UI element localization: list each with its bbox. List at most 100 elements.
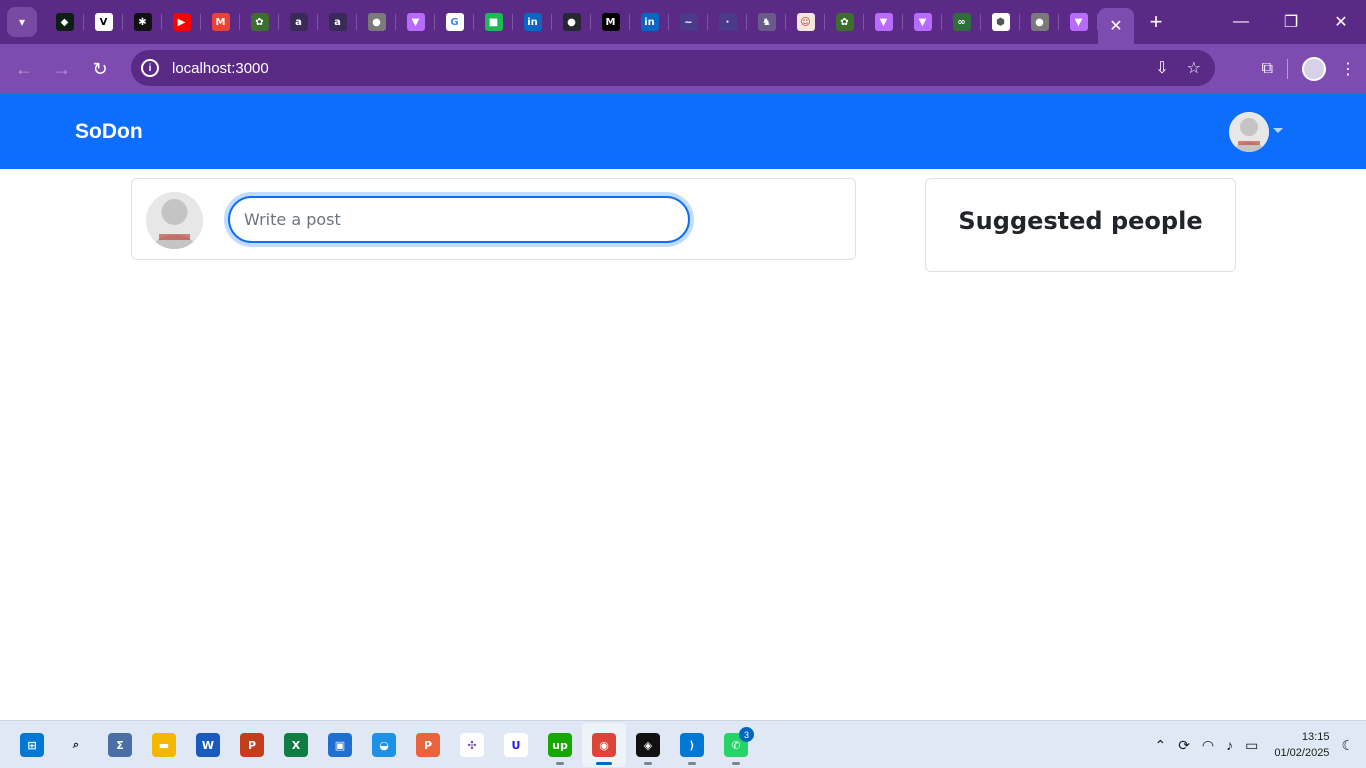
tab-search-button[interactable]: ▾	[7, 7, 37, 37]
chrome-icon: ◉	[592, 733, 616, 757]
browser-tab[interactable]: ▼	[864, 0, 903, 44]
volume-icon[interactable]: ♪	[1226, 737, 1233, 753]
running-indicator	[556, 762, 564, 765]
browser-tab[interactable]: ▼	[1059, 0, 1098, 44]
brand-logo[interactable]: SoDon	[75, 120, 143, 144]
tab-favicon-6-icon: ✿	[250, 13, 269, 31]
tab-favicon-1-icon: ◆	[55, 13, 74, 31]
browser-tab[interactable]: a	[318, 0, 357, 44]
browser-tab[interactable]: M	[591, 0, 630, 44]
start-icon: ⊞	[20, 733, 44, 757]
taskbar-app[interactable]: P	[406, 723, 450, 767]
browser-tab[interactable]: ✿	[825, 0, 864, 44]
taskbar-app[interactable]: ◒	[362, 723, 406, 767]
browser-tab[interactable]: ∞	[942, 0, 981, 44]
clock[interactable]: 13:15 01/02/2025	[1274, 729, 1329, 761]
bookmark-star-icon[interactable]: ☆	[1187, 58, 1201, 78]
browser-tab[interactable]: a	[279, 0, 318, 44]
browser-tab[interactable]: in	[513, 0, 552, 44]
tab-favicon-25-icon: ⬢	[991, 13, 1010, 31]
close-window-button[interactable]: ✕	[1316, 0, 1366, 44]
taskbar-app[interactable]: P	[230, 723, 274, 767]
forward-button[interactable]: →	[44, 51, 80, 87]
tab-favicon-vite-1-icon: ▼	[406, 13, 425, 31]
tab-favicon-linkedin-1-icon: in	[523, 13, 542, 31]
tab-favicon-gmail-icon: M	[211, 13, 230, 31]
install-app-icon[interactable]: ⇩	[1155, 58, 1168, 78]
taskbar-app[interactable]: up	[538, 723, 582, 767]
tab-favicon-17-icon: ~	[679, 13, 698, 31]
minimize-button[interactable]: —	[1216, 0, 1266, 44]
wifi-icon[interactable]: ◠	[1202, 737, 1214, 754]
notifications-moon-icon[interactable]: ☾	[1341, 737, 1354, 754]
taskbar-app[interactable]: ⌕	[54, 723, 98, 767]
back-button[interactable]: ←	[6, 51, 42, 87]
notification-badge: 3	[739, 727, 754, 742]
browser-tab[interactable]: ●	[552, 0, 591, 44]
browser-tab[interactable]: ▼	[903, 0, 942, 44]
tab-favicon-3-icon: ✱	[133, 13, 152, 31]
browser-profile-avatar[interactable]	[1302, 57, 1326, 81]
close-tab-icon[interactable]: ✕	[1109, 16, 1122, 36]
taskbar-app[interactable]: ⊞	[10, 723, 54, 767]
write-post-input[interactable]	[228, 196, 690, 243]
taskbar-app[interactable]: ▬	[142, 723, 186, 767]
app-black-icon: ◈	[636, 733, 660, 757]
taskbar-app[interactable]: ✆ 3	[714, 723, 758, 767]
taskbar-app[interactable]: ▣	[318, 723, 362, 767]
browser-tab[interactable]: V	[84, 0, 123, 44]
browser-tab[interactable]: ~	[669, 0, 708, 44]
taskbar-app[interactable]: ◉	[582, 723, 626, 767]
tab-favicon-alx-1-icon: a	[289, 13, 308, 31]
browser-tab[interactable]: ✿	[240, 0, 279, 44]
browser-menu-icon[interactable]: ⋮	[1340, 59, 1356, 79]
browser-tab[interactable]: M	[201, 0, 240, 44]
tab-favicon-21-icon: ✿	[835, 13, 854, 31]
browser-tab[interactable]: ●	[1020, 0, 1059, 44]
taskbar-app[interactable]: W	[186, 723, 230, 767]
toolbar-separator	[1287, 59, 1288, 79]
taskbar-app[interactable]: ⟩	[670, 723, 714, 767]
browser-tab[interactable]: ■	[474, 0, 513, 44]
browser-tab[interactable]: ·	[708, 0, 747, 44]
browser-tab[interactable]: ▼	[396, 0, 435, 44]
default-avatar-icon	[146, 192, 203, 249]
browser-tab[interactable]: in	[630, 0, 669, 44]
udacity-icon: U	[504, 733, 528, 757]
url-text[interactable]: localhost:3000	[172, 60, 269, 77]
extensions-icon[interactable]: ⧉	[1262, 60, 1273, 78]
taskbar-apps: ⊞ ⌕ Σ ▬ W P X ▣ ◒ P ✣ Uup ◉ ◈ ⟩ ✆ 3	[10, 721, 758, 768]
tab-favicon-google-icon: G	[445, 13, 464, 31]
app-navbar: SoDon	[0, 94, 1366, 169]
taskbar-app[interactable]: Σ	[98, 723, 142, 767]
new-tab-button[interactable]: +	[1138, 4, 1174, 40]
browser-tab[interactable]: ▶	[162, 0, 201, 44]
browser-tab[interactable]: ✱	[123, 0, 162, 44]
user-menu-caret-icon[interactable]	[1273, 128, 1283, 133]
browser-tab[interactable]: G	[435, 0, 474, 44]
tab-favicon-vite-4-icon: ▼	[1069, 13, 1088, 31]
taskbar-app[interactable]: ◈	[626, 723, 670, 767]
tab-favicon-18-icon: ·	[718, 13, 737, 31]
address-bar[interactable]: i localhost:3000 ⇩ ☆	[131, 50, 1215, 86]
sync-icon[interactable]: ⟳	[1178, 737, 1190, 754]
browser-tab[interactable]: ☺	[786, 0, 825, 44]
user-avatar[interactable]	[1229, 112, 1269, 152]
site-info-icon[interactable]: i	[141, 59, 159, 77]
taskbar-app[interactable]: X	[274, 723, 318, 767]
active-tab[interactable]: ✕	[1098, 8, 1134, 44]
taskbar-app[interactable]: ✣	[450, 723, 494, 767]
battery-icon[interactable]: ▭	[1245, 737, 1258, 754]
taskbar-app[interactable]: U	[494, 723, 538, 767]
browser-tab[interactable]: ♞	[747, 0, 786, 44]
show-hidden-icons-icon[interactable]: ⌃	[1154, 737, 1166, 754]
create-post-card	[131, 178, 856, 260]
restore-button[interactable]: ❐	[1266, 0, 1316, 44]
browser-tab[interactable]: ⬢	[981, 0, 1020, 44]
browser-tab[interactable]: ◆	[45, 0, 84, 44]
browser-tab[interactable]: ●	[357, 0, 396, 44]
tab-favicon-vite-2-icon: ▼	[874, 13, 893, 31]
reload-button[interactable]: ↻	[82, 51, 118, 87]
windows-taskbar: ⊞ ⌕ Σ ▬ W P X ▣ ◒ P ✣ Uup ◉ ◈ ⟩ ✆ 3 ⌃ ⟳ ◠ ♪ ▭ 13:15 01/0…	[0, 720, 1366, 768]
running-indicator	[732, 762, 740, 765]
